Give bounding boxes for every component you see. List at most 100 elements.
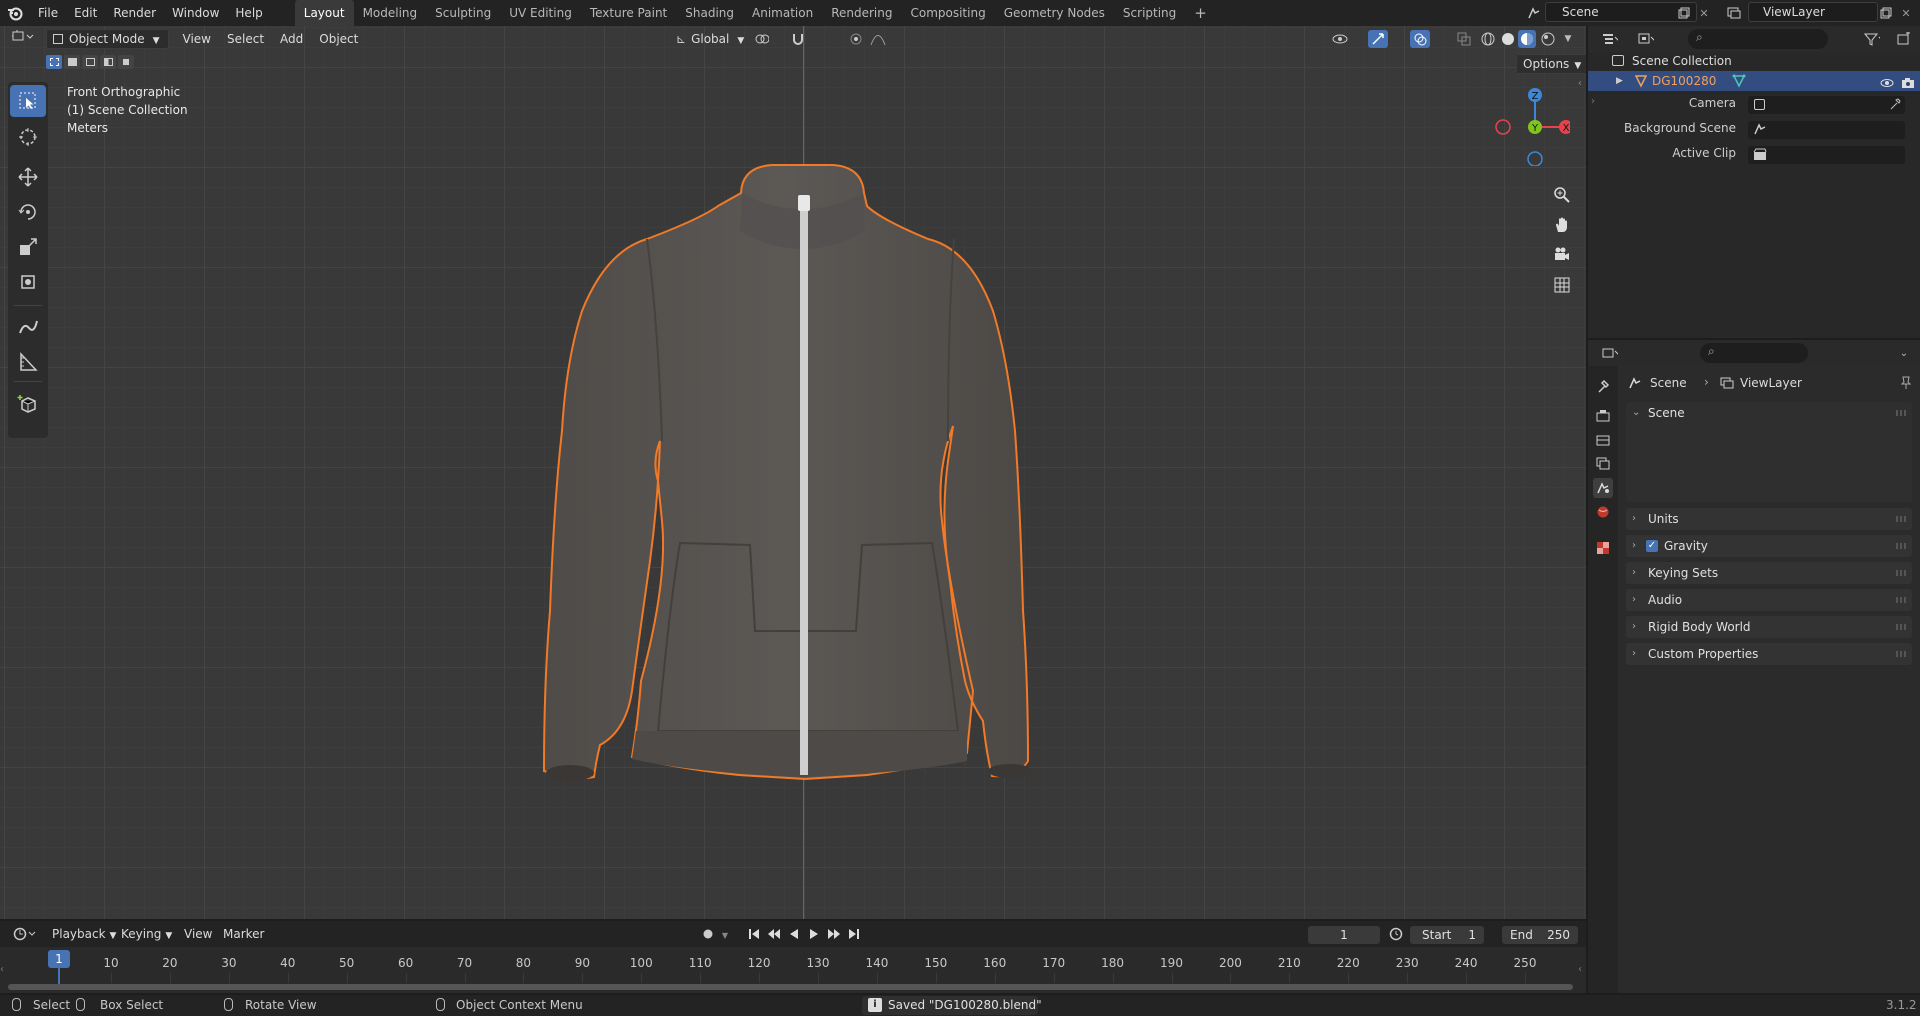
scene-selector-icon[interactable] <box>1526 5 1542 21</box>
scene-tab-icon[interactable] <box>1593 478 1613 498</box>
menu-file[interactable]: File <box>30 0 66 26</box>
pin-icon[interactable] <box>1900 376 1912 393</box>
rendered-shading-icon[interactable] <box>1540 31 1556 47</box>
transform-orientation-dropdown[interactable]: ⊾ Global ▼ <box>668 29 752 49</box>
visibility-filter-icon[interactable] <box>1332 31 1348 47</box>
drag-handle-icon[interactable] <box>1896 516 1908 522</box>
background-scene-field[interactable] <box>1748 121 1905 139</box>
new-view-layer-icon[interactable] <box>1878 5 1894 21</box>
eyedropper-icon[interactable] <box>1889 97 1901 114</box>
toggle-perspective-grid-icon[interactable] <box>1548 271 1576 299</box>
menu-window[interactable]: Window <box>164 0 227 26</box>
timeline-menu-view[interactable]: View <box>176 924 220 944</box>
gizmo-neg-z-axis[interactable] <box>1527 151 1543 166</box>
start-frame-field[interactable]: Start 1 <box>1410 926 1484 944</box>
output-tab-icon[interactable] <box>1593 430 1613 450</box>
annotate-tool[interactable] <box>10 311 46 343</box>
camera-field[interactable] <box>1748 96 1905 114</box>
tab-uv-editing[interactable]: UV Editing <box>500 0 581 26</box>
select-intersect-icon[interactable] <box>118 55 134 69</box>
menu-edit[interactable]: Edit <box>66 0 105 26</box>
gizmo-toggle-icon[interactable] <box>1368 30 1388 48</box>
use-preview-range-icon[interactable] <box>1388 926 1404 942</box>
menu-render[interactable]: Render <box>105 0 164 26</box>
timeline-menu-marker[interactable]: Marker <box>215 924 272 944</box>
active-clip-field[interactable] <box>1748 146 1905 164</box>
end-frame-field[interactable]: End 250 <box>1502 926 1578 944</box>
auto-keying-record-icon[interactable] <box>700 926 716 942</box>
units-panel-header[interactable]: › Units <box>1626 508 1912 530</box>
properties-editor-type-icon[interactable] <box>1602 345 1618 361</box>
drag-handle-icon[interactable] <box>1896 570 1908 576</box>
gravity-panel-header[interactable]: › ✓ Gravity <box>1626 535 1912 557</box>
expand-chevron-icon[interactable]: ▶ <box>1616 71 1623 91</box>
delete-scene-icon[interactable]: ✕ <box>1696 5 1712 21</box>
properties-options-chevron-icon[interactable]: ⌄ <box>1896 345 1912 361</box>
mesh-data-icon[interactable] <box>1732 74 1746 94</box>
outliner-editor-type-icon[interactable] <box>1602 31 1618 47</box>
select-box-tool[interactable] <box>10 85 46 117</box>
cursor-tool[interactable] <box>10 121 46 153</box>
viewport-menu-select[interactable]: Select <box>219 29 272 49</box>
timeline-editor-type-icon[interactable] <box>12 926 38 942</box>
view-layer-field[interactable]: ViewLayer <box>1748 2 1878 22</box>
measure-tool[interactable] <box>10 346 46 378</box>
gizmo-neg-x-axis[interactable] <box>1495 119 1511 135</box>
xray-toggle-icon[interactable] <box>1456 31 1472 47</box>
render-tab-icon[interactable] <box>1593 406 1613 426</box>
select-extend-icon[interactable] <box>64 55 80 69</box>
pivot-point-icon[interactable] <box>754 31 770 47</box>
drag-handle-icon[interactable] <box>1896 543 1908 549</box>
rigid-body-world-panel-header[interactable]: › Rigid Body World <box>1626 616 1912 638</box>
add-cube-tool[interactable] <box>10 388 46 420</box>
play-icon[interactable] <box>806 926 822 942</box>
tab-sculpting[interactable]: Sculpting <box>426 0 500 26</box>
status-message[interactable]: i Saved "DG100280.blend" <box>862 996 1042 1015</box>
filter-icon[interactable] <box>1864 31 1880 47</box>
tab-shading[interactable]: Shading <box>676 0 743 26</box>
viewport-menu-view[interactable]: View <box>175 29 219 49</box>
scene-name-field[interactable]: Scene <box>1545 2 1697 22</box>
display-mode-icon[interactable] <box>1638 31 1654 47</box>
material-shading-icon[interactable] <box>1518 30 1536 48</box>
keying-sets-panel-header[interactable]: › Keying Sets <box>1626 562 1912 584</box>
select-invert-icon[interactable] <box>100 55 116 69</box>
view-layer-tab-icon[interactable] <box>1593 454 1613 474</box>
move-tool[interactable] <box>10 161 46 193</box>
shading-options-chevron-icon[interactable]: ▼ <box>1560 31 1576 47</box>
current-frame-field[interactable]: 1 <box>1308 926 1380 944</box>
rotate-tool[interactable] <box>10 196 46 228</box>
outliner-search-input[interactable]: ⌕ <box>1688 29 1828 49</box>
proportional-editing-icon[interactable] <box>848 31 864 47</box>
jump-to-start-icon[interactable] <box>746 926 762 942</box>
menu-help[interactable]: Help <box>227 0 270 26</box>
new-collection-icon[interactable] <box>1896 31 1912 47</box>
properties-search-input[interactable]: ⌕ <box>1700 343 1808 363</box>
timeline-menu-keying[interactable]: Keying ▼ <box>113 924 180 944</box>
audio-panel-header[interactable]: › Audio <box>1626 589 1912 611</box>
timeline-scrollbar[interactable] <box>8 984 1573 990</box>
keying-chevron-icon[interactable]: ▼ <box>717 927 733 943</box>
viewport-menu-object[interactable]: Object <box>311 29 366 49</box>
jump-to-end-icon[interactable] <box>846 926 862 942</box>
tab-animation[interactable]: Animation <box>743 0 822 26</box>
falloff-icon[interactable] <box>870 31 886 47</box>
tab-modeling[interactable]: Modeling <box>354 0 427 26</box>
wireframe-shading-icon[interactable] <box>1480 31 1496 47</box>
editor-type-icon[interactable] <box>0 29 40 49</box>
outliner-row-scene-collection[interactable]: Scene Collection <box>1588 51 1920 71</box>
overlay-toggle-icon[interactable] <box>1410 30 1430 48</box>
jump-to-keyframe-forward-icon[interactable] <box>826 926 842 942</box>
new-scene-icon[interactable] <box>1676 5 1692 21</box>
drag-handle-icon[interactable] <box>1896 624 1908 630</box>
tool-settings-tab-icon[interactable] <box>1593 376 1613 396</box>
world-tab-icon[interactable] <box>1593 502 1613 522</box>
drag-handle-icon[interactable] <box>1896 410 1908 416</box>
camera-render-icon[interactable] <box>1901 75 1915 95</box>
solid-shading-icon[interactable] <box>1500 31 1516 47</box>
tab-texture-paint[interactable]: Texture Paint <box>581 0 676 26</box>
tab-compositing[interactable]: Compositing <box>901 0 994 26</box>
transform-tool[interactable] <box>10 266 46 298</box>
select-new-icon[interactable] <box>46 55 62 69</box>
viewport-menu-add[interactable]: Add <box>272 29 311 49</box>
